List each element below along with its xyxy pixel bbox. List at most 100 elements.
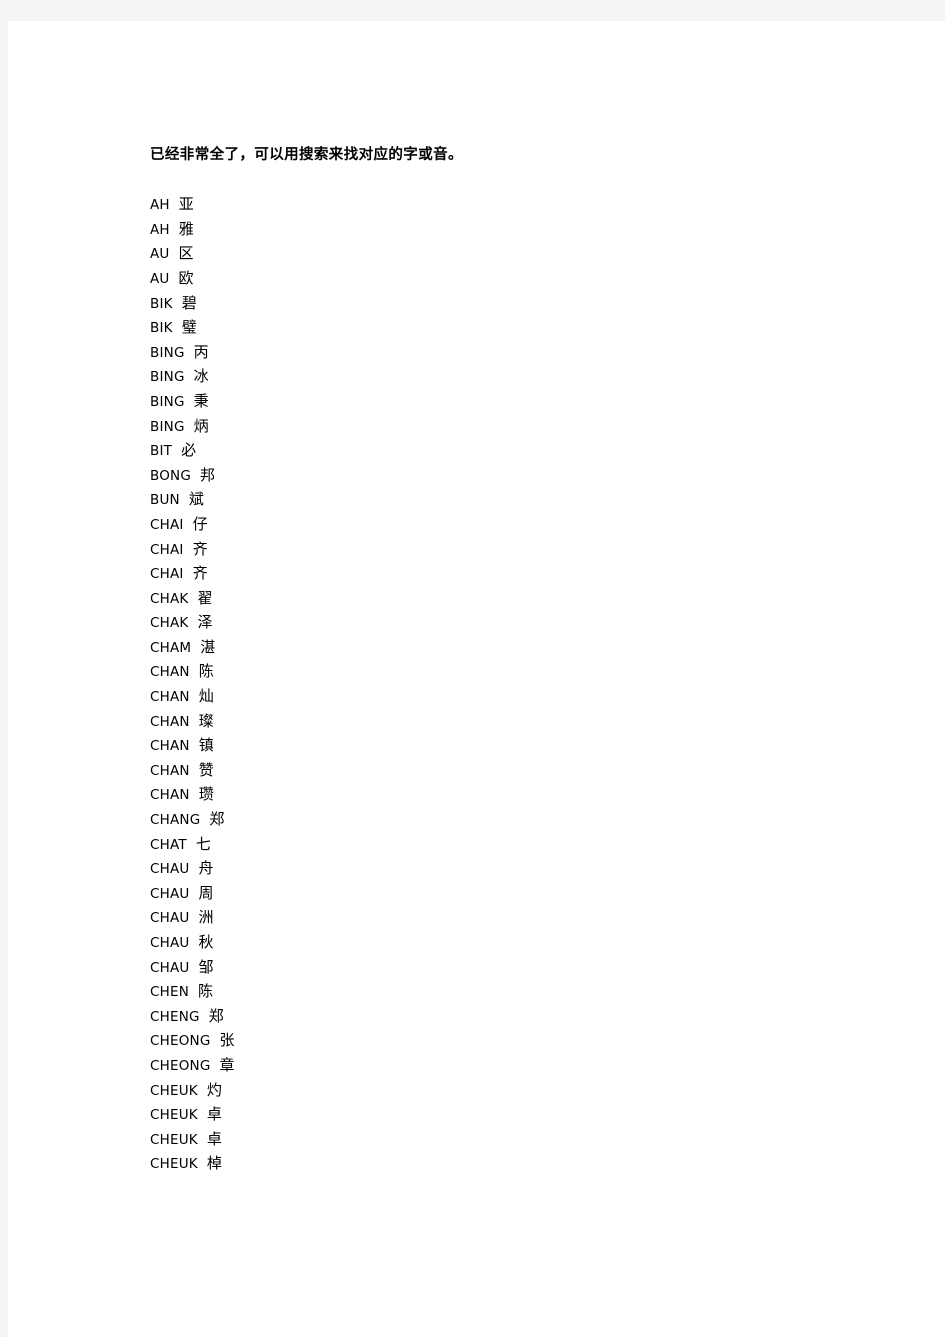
entry-hanzi: 棹 (206, 1154, 222, 1173)
list-item: BING 炳 (150, 414, 850, 439)
entry-hanzi: 张 (219, 1031, 235, 1050)
entry-hanzi: 周 (198, 883, 214, 902)
list-item: CHEN 陈 (150, 979, 850, 1004)
list-item: CHAT 七 (150, 832, 850, 857)
list-item: BIK 璧 (150, 315, 850, 340)
entry-hanzi: 仔 (192, 514, 208, 533)
list-item: CHAK 翟 (150, 586, 850, 611)
entry-romanization: BING (150, 344, 185, 361)
entry-hanzi: 郑 (209, 810, 225, 829)
entry-hanzi: 七 (195, 834, 211, 853)
list-item: CHEONG 张 (150, 1028, 850, 1053)
entry-romanization: BING (150, 369, 185, 386)
list-item: CHAU 邹 (150, 955, 850, 980)
entry-hanzi: 洲 (198, 908, 214, 927)
entry-hanzi: 泽 (197, 613, 213, 632)
entry-hanzi: 陈 (198, 982, 214, 1001)
entry-romanization: CHAU (150, 861, 190, 878)
list-item: CHAN 镇 (150, 733, 850, 758)
entry-hanzi: 璧 (181, 318, 197, 337)
entry-romanization: CHAM (150, 639, 192, 656)
list-item: CHEUK 卓 (150, 1127, 850, 1152)
entry-romanization: AU (150, 270, 170, 287)
entry-romanization: CHANG (150, 812, 201, 829)
list-item: CHAU 周 (150, 881, 850, 906)
entry-romanization: CHAN (150, 762, 190, 779)
entry-hanzi: 秋 (198, 933, 214, 951)
list-item: CHAI 仔 (150, 512, 850, 537)
list-item: CHEONG 章 (150, 1053, 850, 1078)
entry-romanization: CHEUK (150, 1107, 198, 1124)
entry-romanization: CHAU (150, 885, 190, 902)
entry-hanzi: 舟 (198, 859, 214, 878)
entry-romanization: AH (150, 197, 170, 214)
page-heading: 已经非常全了，可以用搜索来找对应的字或音。 (150, 147, 463, 163)
entry-hanzi: 冰 (193, 367, 209, 386)
entry-hanzi: 斌 (188, 490, 204, 509)
entry-romanization: CHAT (150, 836, 187, 853)
entry-hanzi: 灿 (198, 687, 214, 706)
entry-hanzi: 秉 (193, 391, 209, 410)
entry-hanzi: 齐 (192, 539, 208, 558)
entry-hanzi: 亚 (178, 195, 194, 214)
entry-hanzi: 卓 (206, 1129, 222, 1148)
entry-romanization: CHAI (150, 566, 184, 583)
list-item: CHAU 洲 (150, 905, 850, 930)
entry-hanzi: 镇 (198, 736, 214, 755)
list-item: CHAI 齐 (150, 561, 850, 586)
list-item: CHAU 秋 (150, 930, 850, 955)
entry-romanization: CHEONG (150, 1033, 211, 1050)
entry-romanization: BING (150, 418, 185, 435)
document-page: 已经非常全了，可以用搜索来找对应的字或音。 AH 亚 AH 雅 AU 区 AU 欧 BIK 碧 BI… (8, 21, 945, 1337)
entry-romanization: CHAN (150, 713, 190, 730)
entry-hanzi: 炳 (193, 416, 209, 435)
entry-hanzi: 赞 (198, 760, 214, 779)
entry-romanization: BIK (150, 295, 173, 312)
entry-romanization: CHAI (150, 516, 184, 533)
entry-romanization: CHEUK (150, 1082, 198, 1099)
list-item: CHAN 灿 (150, 684, 850, 709)
romanization-entry-list: AH 亚 AH 雅 AU 区 AU 欧 BIK 碧 BIK 璧 BING 丙 BING 冰 BING 秉 BING 炳… (150, 192, 850, 1176)
list-item: BONG 邦 (150, 463, 850, 488)
list-item: CHEUK 灼 (150, 1078, 850, 1103)
list-item: BING 秉 (150, 389, 850, 414)
list-item: BIT 必 (150, 438, 850, 463)
entry-romanization: BING (150, 393, 185, 410)
entry-hanzi: 区 (178, 244, 194, 263)
entry-romanization: AH (150, 221, 170, 238)
entry-hanzi: 陈 (198, 662, 214, 681)
entry-hanzi: 灼 (206, 1080, 222, 1099)
entry-hanzi: 必 (181, 441, 197, 460)
entry-romanization: CHAI (150, 541, 184, 558)
entry-romanization: CHAN (150, 787, 190, 804)
list-item: CHAI 齐 (150, 537, 850, 562)
entry-hanzi: 齐 (192, 564, 208, 583)
entry-hanzi: 雅 (178, 219, 194, 238)
entry-romanization: CHAN (150, 664, 190, 681)
entry-romanization: CHEUK (150, 1131, 198, 1148)
entry-romanization: BIK (150, 320, 173, 337)
list-item: AH 雅 (150, 217, 850, 242)
list-item: AU 欧 (150, 266, 850, 291)
entry-romanization: CHAU (150, 959, 190, 976)
entry-hanzi: 章 (219, 1055, 235, 1074)
list-item: AH 亚 (150, 192, 850, 217)
entry-romanization: CHAN (150, 738, 190, 755)
entry-romanization: BIT (150, 443, 173, 460)
list-item: CHAM 湛 (150, 635, 850, 660)
heading-spacer (150, 168, 850, 193)
entry-hanzi: 丙 (193, 342, 209, 361)
entry-romanization: AU (150, 246, 170, 263)
entry-romanization: CHEN (150, 984, 190, 1001)
entry-hanzi: 湛 (200, 637, 216, 656)
list-item: BUN 斌 (150, 487, 850, 512)
entry-romanization: CHEONG (150, 1057, 211, 1074)
document-content: 已经非常全了，可以用搜索来找对应的字或音。 AH 亚 AH 雅 AU 区 AU 欧 BIK 碧 BI… (150, 143, 850, 1176)
list-item: AU 区 (150, 241, 850, 266)
list-item: BING 丙 (150, 340, 850, 365)
list-item: CHENG 郑 (150, 1004, 850, 1029)
entry-romanization: CHEUK (150, 1156, 198, 1173)
entry-romanization: CHAN (150, 689, 190, 706)
entry-romanization: BONG (150, 467, 192, 484)
entry-romanization: CHAK (150, 590, 189, 607)
